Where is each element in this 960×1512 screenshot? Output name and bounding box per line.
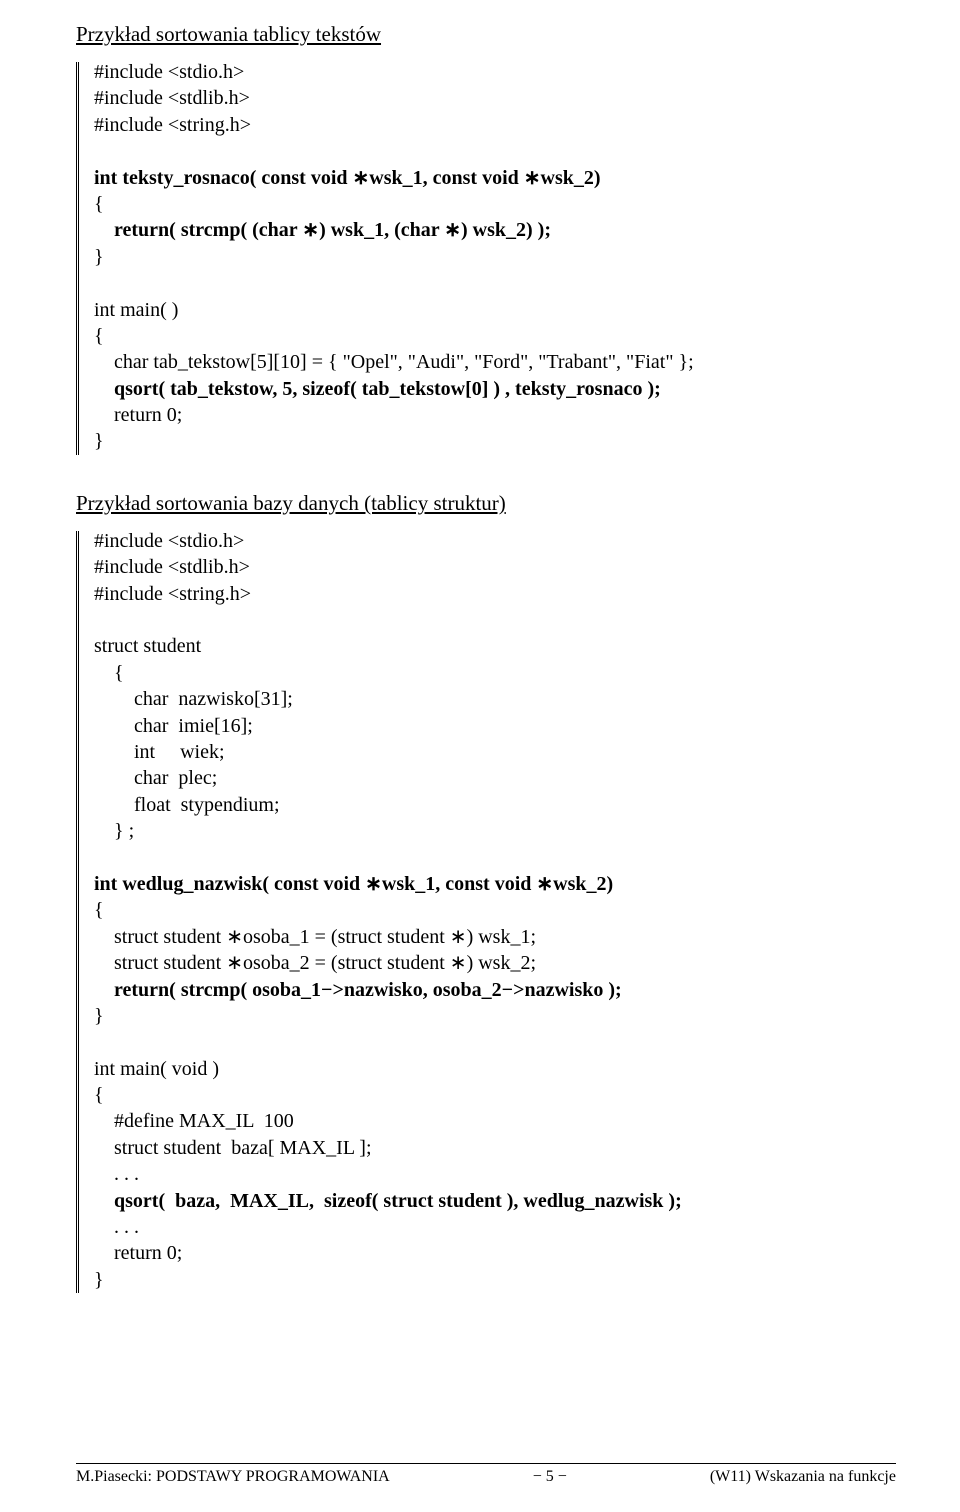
- code-line: #include <string.h>: [94, 114, 251, 136]
- code-line: osoba_1 = (struct student: [243, 926, 450, 948]
- footer-row: M.Piasecki: PODSTAWY PROGRAMOWANIA − 5 −…: [76, 1468, 896, 1486]
- code-line: . . .: [94, 1216, 139, 1238]
- vertical-bar-icon: [76, 62, 80, 455]
- ast-icon: ∗: [302, 219, 319, 241]
- code-line: #include <stdlib.h>: [94, 556, 250, 578]
- code-line: wsk_2): [553, 873, 613, 895]
- code-line: ) wsk_1;: [467, 926, 536, 948]
- code-line: struct student: [94, 952, 226, 974]
- code-line: } ;: [94, 820, 134, 842]
- code-line: }: [94, 246, 104, 268]
- code-line: {: [94, 1084, 104, 1106]
- code-line: #include <stdlib.h>: [94, 87, 250, 109]
- code-line: wsk_2): [541, 167, 601, 189]
- code-line: struct student baza[ MAX_IL ];: [94, 1137, 372, 1159]
- code-line: float stypendium;: [94, 794, 280, 816]
- code-line: {: [94, 193, 104, 215]
- ast-icon: ∗: [450, 952, 467, 974]
- ast-icon: ∗: [226, 926, 243, 948]
- code-line: wsk_1, const void: [369, 167, 523, 189]
- code-line: {: [94, 899, 104, 921]
- code-line: ) wsk_1, (char: [319, 219, 444, 241]
- code-line: char plec;: [94, 767, 217, 789]
- section1-bar-cell: [76, 59, 94, 455]
- code-line: osoba_2 = (struct student: [243, 952, 450, 974]
- footer-right: (W11) Wskazania na funkcje: [710, 1468, 896, 1486]
- code-line: >nazwisko );: [513, 979, 622, 1001]
- code-line: #include <string.h>: [94, 583, 251, 605]
- ast-icon: ∗: [444, 219, 461, 241]
- code-line: return 0;: [94, 1242, 182, 1264]
- code-line: char imie[16];: [94, 715, 253, 737]
- code-line: int wiek;: [94, 741, 225, 763]
- minus-icon: −: [502, 979, 513, 1001]
- code-line: #include <stdio.h>: [94, 61, 244, 83]
- code-line: >nazwisko, osoba_2: [332, 979, 501, 1001]
- footer-rule: [76, 1463, 896, 1464]
- ast-icon: ∗: [353, 167, 370, 189]
- ast-icon: ∗: [365, 873, 382, 895]
- section1-code-wrap: #include <stdio.h> #include <stdlib.h> #…: [76, 59, 896, 455]
- code-line: return 0;: [94, 404, 182, 426]
- code-line: {: [94, 662, 124, 684]
- code-line: int wedlug_nazwisk( const void: [94, 873, 365, 895]
- minus-icon: −: [321, 979, 332, 1001]
- code-line: }: [94, 1005, 104, 1027]
- section2-title: Przykład sortowania bazy danych (tablicy…: [76, 491, 896, 516]
- code-line: . . .: [94, 1163, 139, 1185]
- ast-icon: ∗: [226, 952, 243, 974]
- code-line: char nazwisko[31];: [94, 688, 293, 710]
- page: Przykład sortowania tablicy tekstów #inc…: [0, 0, 960, 1512]
- code-line: return( strcmp( osoba_1: [94, 979, 321, 1001]
- footer-center: − 5 −: [533, 1468, 567, 1486]
- code-line: int teksty_rosnaco( const void: [94, 167, 353, 189]
- code-line: qsort( baza, MAX_IL, sizeof( struct stud…: [94, 1190, 682, 1212]
- code-line: return( strcmp( (char: [94, 219, 302, 241]
- code-line: int main( ): [94, 299, 178, 321]
- code-line: ) wsk_2) );: [461, 219, 551, 241]
- code-line: #include <stdio.h>: [94, 530, 244, 552]
- code-line: wsk_1, const void: [382, 873, 536, 895]
- code-line: qsort( tab_tekstow, 5, sizeof( tab_tekst…: [94, 378, 661, 400]
- vertical-bar-icon: [76, 531, 80, 1293]
- page-footer: M.Piasecki: PODSTAWY PROGRAMOWANIA − 5 −…: [76, 1463, 896, 1486]
- code-line: }: [94, 430, 104, 452]
- code-line: char tab_tekstow[5][10] = { "Opel", "Aud…: [94, 351, 694, 373]
- code-line: struct student: [94, 926, 226, 948]
- section2-code: #include <stdio.h> #include <stdlib.h> #…: [94, 528, 682, 1293]
- section1-code: #include <stdio.h> #include <stdlib.h> #…: [94, 59, 694, 455]
- ast-icon: ∗: [536, 873, 553, 895]
- ast-icon: ∗: [450, 926, 467, 948]
- code-line: ) wsk_2;: [467, 952, 536, 974]
- code-line: {: [94, 325, 104, 347]
- ast-icon: ∗: [524, 167, 541, 189]
- footer-left: M.Piasecki: PODSTAWY PROGRAMOWANIA: [76, 1468, 390, 1486]
- section2-bar-cell: [76, 528, 94, 1293]
- section2-code-wrap: #include <stdio.h> #include <stdlib.h> #…: [76, 528, 896, 1293]
- code-line: struct student: [94, 635, 201, 657]
- code-line: #define MAX_IL 100: [94, 1110, 294, 1132]
- code-line: }: [94, 1269, 104, 1291]
- code-line: int main( void ): [94, 1058, 219, 1080]
- section1-title: Przykład sortowania tablicy tekstów: [76, 22, 896, 47]
